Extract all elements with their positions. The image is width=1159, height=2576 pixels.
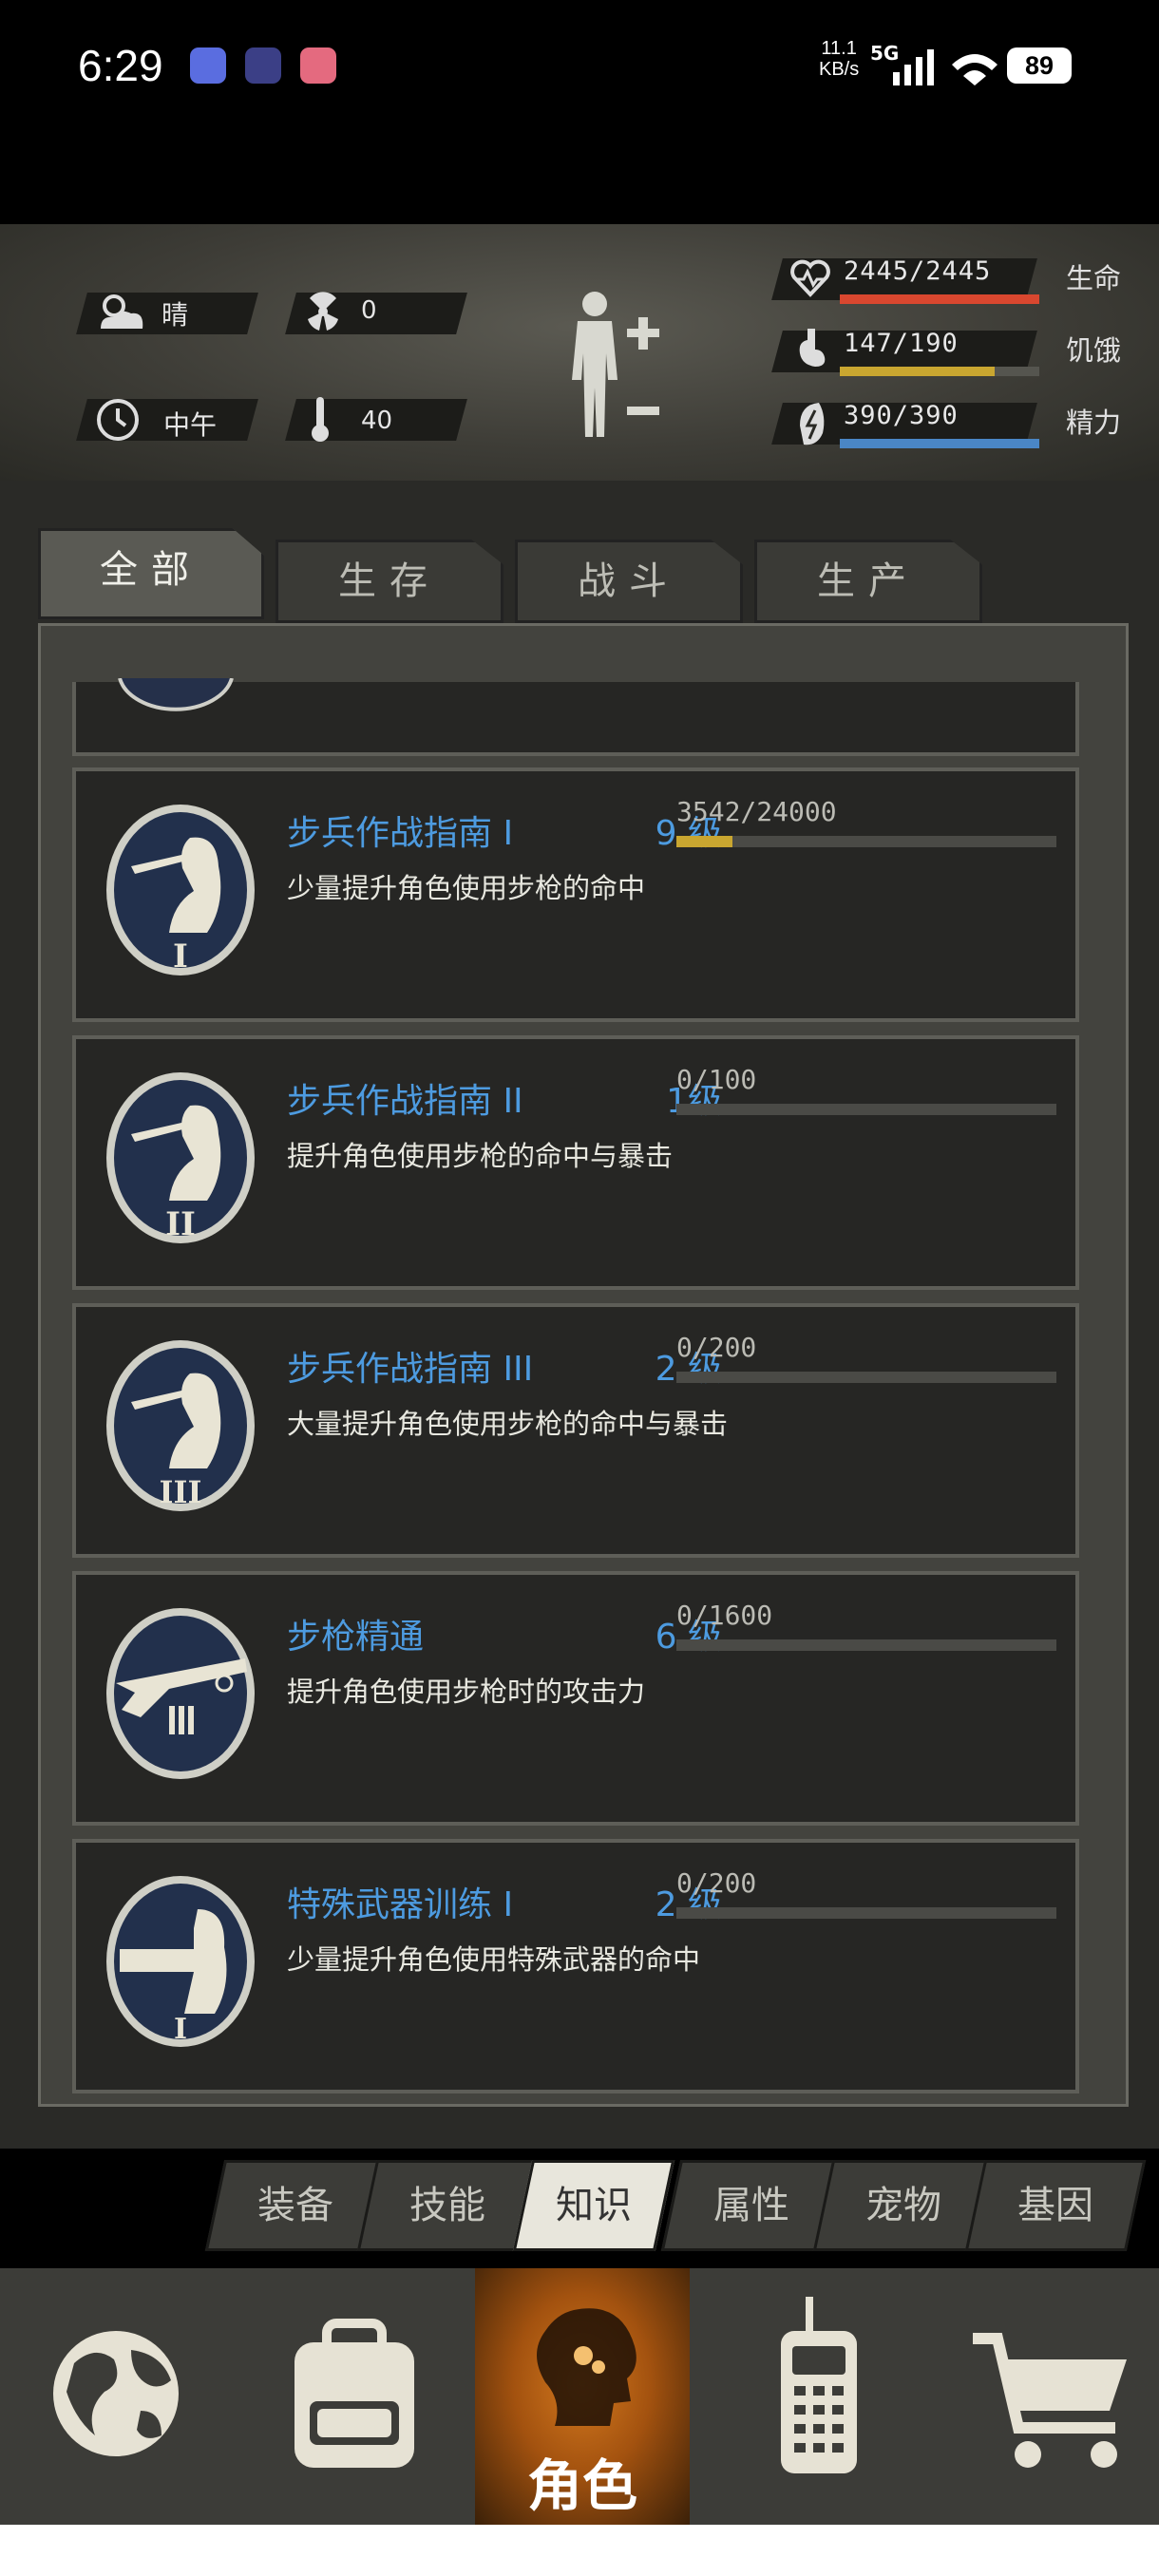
subtab-pets[interactable]: 宠物 (812, 2160, 995, 2251)
energy-icon (800, 403, 825, 445)
skill-title: 特殊武器训练 I (287, 1885, 514, 1924)
list-item-partial (72, 678, 1079, 756)
rifleman-icon: III (106, 1340, 255, 1511)
energy-bar (840, 439, 1039, 448)
skill-progress-bar (676, 1372, 1056, 1383)
subtab-knowledge[interactable]: 知识 (512, 2160, 675, 2251)
list-item[interactable]: III 步兵作战指南 III 2 级 0/200 大量提升角色使用步枪的命中与暴… (72, 1303, 1079, 1558)
weather-sunny-icon (101, 294, 143, 329)
hunger-bar (840, 367, 1039, 376)
svg-text:I: I (174, 2013, 187, 2046)
tab-survival[interactable]: 生存 (276, 540, 504, 623)
nav-character-label: 角色 (526, 2453, 637, 2518)
backpack-icon[interactable] (247, 2268, 462, 2525)
net-speed-value: 11.1 (821, 38, 857, 59)
radiation-icon (308, 292, 338, 331)
skill-title: 步枪精通 (287, 1618, 425, 1657)
skill-progress-bar (676, 836, 1056, 847)
tab-combat[interactable]: 战斗 (515, 540, 743, 623)
skill-title: 步兵作战指南 III (287, 1350, 534, 1389)
hunger-value: 147/190 (844, 329, 959, 358)
energy-bar-fill (840, 439, 1039, 448)
subtab-attributes-label: 属性 (713, 2184, 789, 2227)
cart-icon[interactable] (944, 2268, 1159, 2525)
skill-icon-partial (118, 678, 234, 711)
svg-text:III: III (160, 1474, 202, 1510)
subtab-equipment[interactable]: 装备 (204, 2160, 387, 2251)
subtab-knowledge-label: 知识 (556, 2184, 632, 2227)
skill-description: 大量提升角色使用步枪的命中与暴击 (287, 1408, 729, 1440)
network-speed: 11.1 KB/s (819, 38, 859, 80)
photo-app-icon (300, 47, 336, 84)
subtab-pets-label: 宠物 (865, 2184, 941, 2227)
weather-label: 晴 (162, 299, 189, 331)
skill-progress-bar (676, 1639, 1056, 1651)
skill-progress-text: 0/200 (676, 1332, 757, 1363)
skill-progress-text: 0/200 (676, 1867, 757, 1899)
skill-description: 少量提升角色使用步枪的命中 (287, 872, 646, 904)
list-item[interactable]: II 步兵作战指南 II 1级 0/100 提升角色使用步枪的命中与暴击 (72, 1035, 1079, 1290)
battery-indicator: 89 (1007, 47, 1072, 84)
subtab-skills[interactable]: 技能 (356, 2160, 539, 2251)
chat-app-icon (190, 47, 226, 84)
skill-progress-bar (676, 1104, 1056, 1115)
skill-progress-text: 3542/24000 (676, 796, 837, 827)
skill-progress-fill (676, 836, 733, 847)
net-speed-unit: KB/s (819, 59, 860, 80)
health-value: 2445/2445 (844, 256, 992, 286)
minigun-icon: I (106, 1876, 255, 2047)
skill-title: 步兵作战指南 I (287, 814, 514, 853)
rifleman-icon: II (106, 1072, 255, 1243)
skill-progress-bar (676, 1907, 1056, 1919)
k-app-icon (245, 47, 281, 84)
hunger-bar-fill (840, 367, 995, 376)
stomach-icon (799, 329, 826, 367)
temperature-value: 40 (361, 407, 393, 435)
radiation-value: 0 (361, 296, 377, 325)
health-label: 生命 (1066, 262, 1122, 294)
tab-all[interactable]: 全部 (38, 528, 264, 619)
globe-icon[interactable] (19, 2268, 234, 2525)
rifle-icon (106, 1608, 255, 1779)
skill-title: 步兵作战指南 II (287, 1082, 523, 1121)
heart-icon (790, 259, 830, 297)
radio-icon[interactable] (711, 2268, 925, 2525)
svg-text:I: I (173, 938, 188, 975)
energy-value: 390/390 (844, 401, 959, 430)
status-time: 6:29 (78, 41, 163, 90)
thermometer-icon (312, 397, 329, 442)
signal-icon (893, 49, 998, 85)
subtab-skills-label: 技能 (409, 2184, 485, 2227)
list-item[interactable]: I 特殊武器训练 I 2 级 0/200 少量提升角色使用特殊武器的命中 (72, 1839, 1079, 2093)
list-item[interactable]: I 步兵作战指南 I 9 级 3542/24000 少量提升角色使用步枪的命中 (72, 767, 1079, 1022)
subtab-genes[interactable]: 基因 (964, 2160, 1147, 2251)
subtab-equipment-label: 装备 (257, 2184, 333, 2227)
skill-description: 提升角色使用步枪时的攻击力 (287, 1676, 646, 1708)
hunger-label: 饥饿 (1066, 334, 1122, 367)
body-status-icon[interactable] (560, 285, 674, 456)
health-bar (840, 294, 1039, 304)
list-item[interactable]: 步枪精通 6 级 0/1600 提升角色使用步枪时的攻击力 (72, 1571, 1079, 1826)
rifleman-icon: I (106, 805, 255, 975)
health-bar-fill (840, 294, 1039, 304)
subtab-attributes[interactable]: 属性 (660, 2160, 843, 2251)
time-of-day-label: 中午 (163, 409, 218, 441)
subtab-genes-label: 基因 (1017, 2184, 1093, 2227)
skill-description: 提升角色使用步枪的命中与暴击 (287, 1140, 674, 1172)
character-icon (537, 2308, 636, 2426)
skill-description: 少量提升角色使用特殊武器的命中 (287, 1943, 701, 1976)
skill-progress-text: 0/1600 (676, 1600, 773, 1631)
svg-text:II: II (165, 1205, 196, 1243)
clock-icon (97, 399, 139, 441)
system-home-bar (0, 2525, 1159, 2576)
energy-label: 精力 (1066, 407, 1122, 439)
tab-production[interactable]: 生产 (754, 540, 982, 623)
skill-progress-text: 0/100 (676, 1064, 757, 1095)
